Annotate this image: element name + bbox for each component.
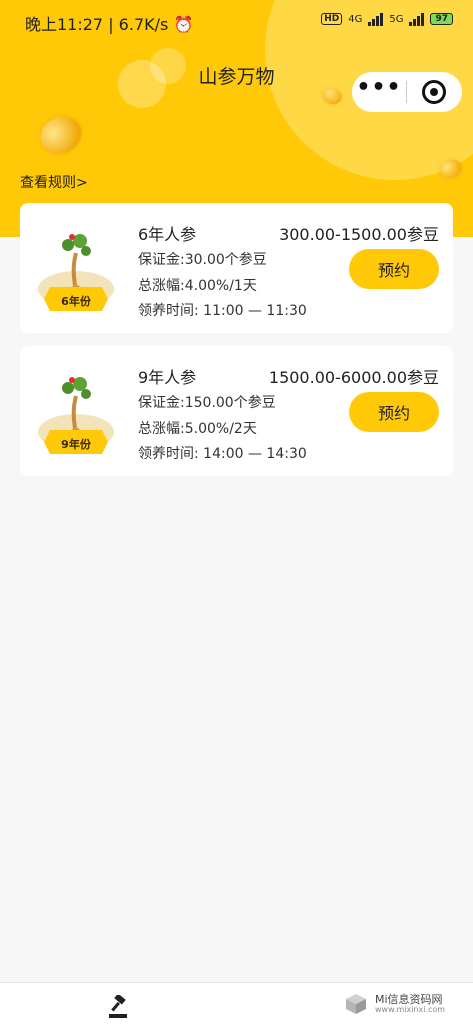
reserve-button[interactable]: 预约 [349, 392, 439, 432]
ginseng-image: 6年份 [38, 234, 114, 312]
signal-icon [368, 12, 384, 26]
product-claim-time: 领养时间: 14:00 — 14:30 [138, 446, 307, 462]
net-5g-label: 5G [389, 13, 404, 25]
watermark-url: www.mixinxi.com [375, 1004, 446, 1014]
product-growth: 总涨幅:5.00%/2天 [138, 421, 257, 437]
product-deposit: 保证金:30.00个参豆 [138, 252, 267, 268]
year-badge: 9年份 [61, 437, 92, 451]
reserve-button[interactable]: 预约 [349, 249, 439, 289]
year-badge: 6年份 [61, 294, 92, 308]
cube-icon [346, 994, 366, 1014]
view-rules-link[interactable]: 查看规则> [20, 172, 88, 192]
status-indicators: HD 4G 5G 97 [321, 12, 453, 26]
ginseng-image: 9年份 [38, 377, 114, 455]
bottom-tab-bar: Mi信息资码网 www.mixinxi.com [0, 982, 473, 1025]
product-name: 9年人参 [138, 368, 197, 387]
status-bar: 晚上11:27 | 6.7K/s ⏰ HD 4G 5G 97 [0, 0, 473, 42]
product-card: 9年份 9年人参 1500.00-6000.00参豆 保证金:150.00个参豆… [20, 346, 453, 476]
product-name: 6年人参 [138, 225, 197, 244]
net-4g-label: 4G [348, 13, 363, 25]
target-icon[interactable] [407, 80, 461, 104]
watermark-title: Mi信息资码网 [375, 993, 443, 1007]
product-deposit: 保证金:150.00个参豆 [138, 395, 276, 411]
hd-badge: HD [321, 13, 343, 25]
signal-icon [409, 12, 425, 26]
mini-program-capsule[interactable]: ••• [352, 72, 462, 112]
status-time-speed: 晚上11:27 | 6.7K/s ⏰ [25, 15, 194, 34]
coin-decoration [34, 109, 88, 161]
product-price-range: 300.00-1500.00参豆 [279, 225, 439, 244]
battery-icon: 97 [430, 13, 453, 25]
product-price-range: 1500.00-6000.00参豆 [268, 368, 439, 387]
product-growth: 总涨幅:4.00%/1天 [138, 278, 257, 294]
alarm-icon: ⏰ [173, 15, 194, 34]
more-icon[interactable]: ••• [352, 77, 406, 99]
product-claim-time: 领养时间: 11:00 — 11:30 [138, 303, 307, 319]
site-watermark: Mi信息资码网 www.mixinxi.com [345, 993, 445, 1015]
product-card: 6年份 6年人参 300.00-1500.00参豆 保证金:30.00个参豆 总… [20, 203, 453, 333]
gavel-icon[interactable] [106, 995, 132, 1019]
